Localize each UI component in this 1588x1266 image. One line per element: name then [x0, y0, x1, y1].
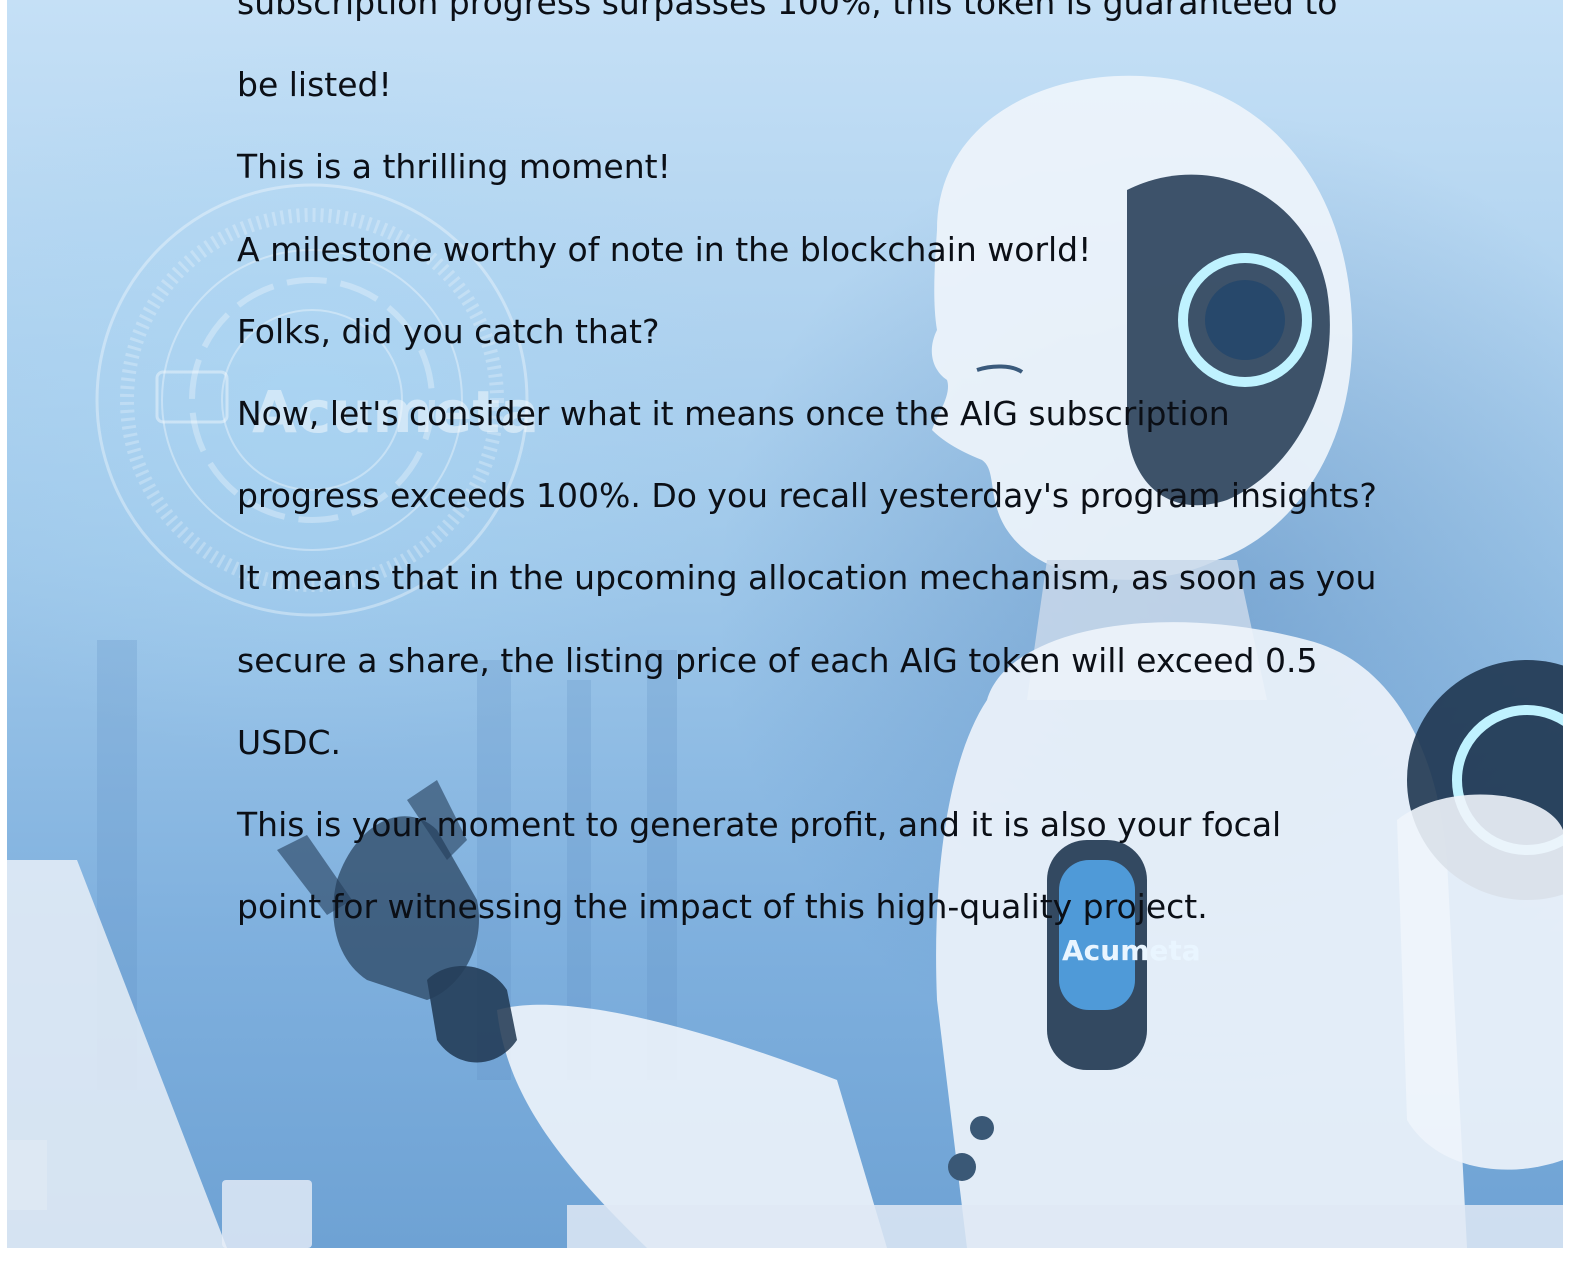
text-line: subscription progress surpasses 100%, th… — [237, 0, 1338, 22]
text-line: Now, let's consider what it means once t… — [237, 394, 1230, 434]
text-line: This is your moment to generate profit, … — [237, 805, 1282, 845]
text-line: USDC. — [237, 722, 342, 762]
document-page: Acumeta Acumeta subscription progress su… — [7, 0, 1563, 1248]
text-line: This is a thrilling moment! — [237, 147, 671, 187]
text-line: A milestone worthy of note in the blockc… — [237, 229, 1092, 269]
document-text: subscription progress surpasses 100%, th… — [237, 0, 1377, 948]
desk — [567, 1205, 1563, 1248]
text-line: progress exceeds 100%. Do you recall yes… — [237, 476, 1377, 516]
text-line: secure a share, the listing price of eac… — [237, 640, 1318, 680]
text-line: be listed! — [237, 65, 392, 105]
text-line: Folks, did you catch that? — [237, 311, 660, 351]
robot-shoulder — [1397, 660, 1563, 1170]
text-line: point for witnessing the impact of this … — [237, 887, 1208, 927]
text-line: It means that in the upcoming allocation… — [237, 558, 1377, 598]
plant-pot — [222, 1180, 312, 1248]
